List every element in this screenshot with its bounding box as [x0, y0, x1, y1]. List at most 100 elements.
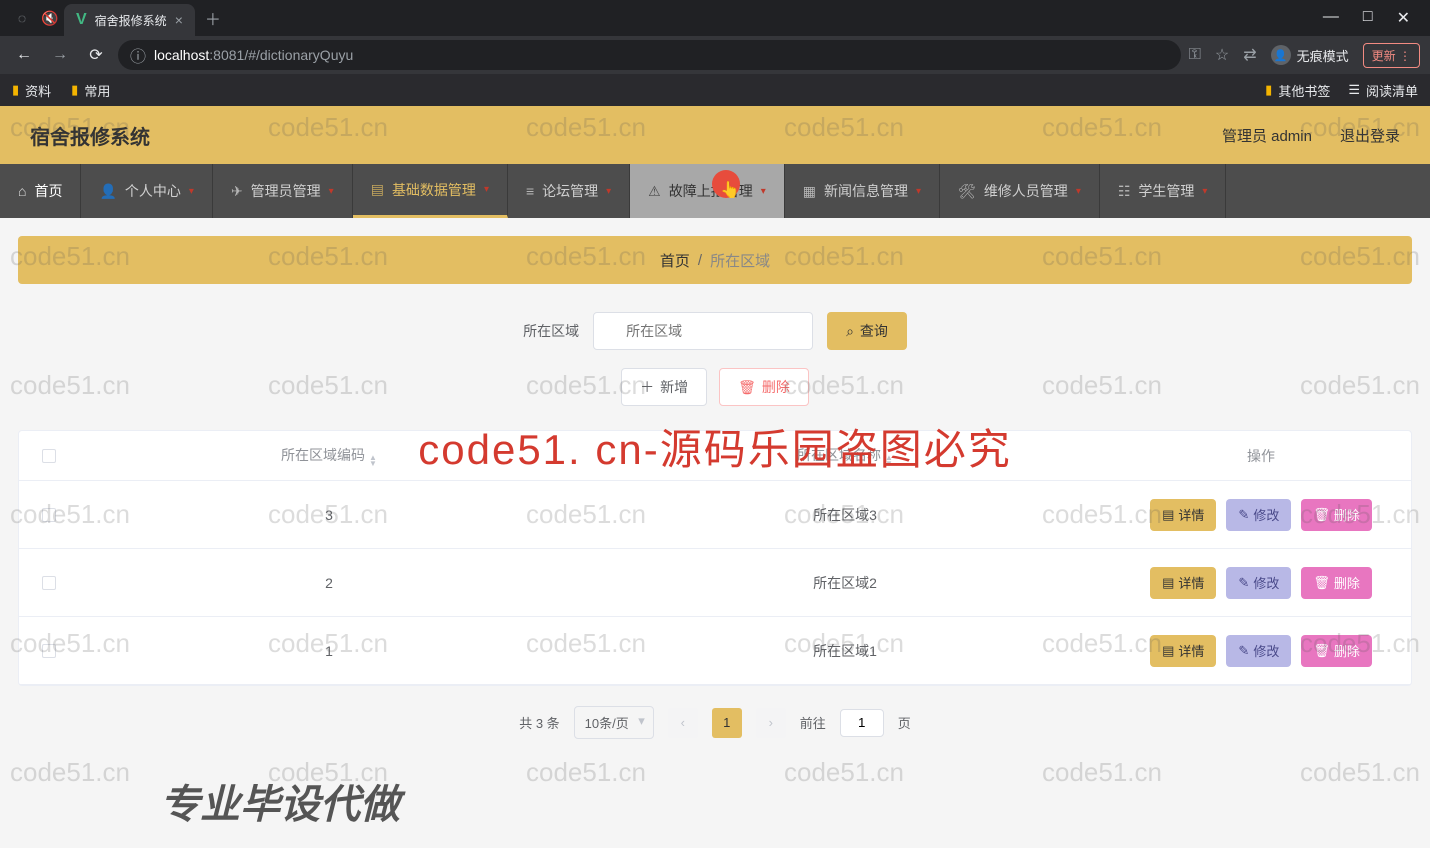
detail-button[interactable]: ▤详情	[1150, 567, 1216, 599]
nav-student[interactable]: ☷学生管理▾	[1100, 164, 1227, 218]
overlay-bottom-text: 专业毕设代做	[160, 772, 400, 830]
forum-icon: ≡	[526, 183, 534, 199]
browser-chrome: ◌ 🔇 V 宿舍报修系统 × ＋ ― □ ✕ ← → ⟳ ⓘ localhost…	[0, 0, 1430, 106]
cell-code: 1	[79, 643, 579, 659]
mute-icon[interactable]: 🔇	[36, 10, 64, 27]
tab-close-icon[interactable]: ×	[175, 12, 183, 28]
globe-icon[interactable]: ◌	[8, 10, 36, 26]
edit-icon: ✎	[1238, 575, 1249, 591]
nav-home[interactable]: ⌂首页	[0, 164, 81, 218]
translate-icon[interactable]: ⇄	[1243, 45, 1256, 65]
site-info-icon[interactable]: ⓘ	[130, 43, 146, 67]
page-size-select[interactable]: 10条/页	[574, 706, 654, 739]
other-bookmarks[interactable]: ▮其他书签	[1265, 81, 1330, 100]
back-button[interactable]: ←	[10, 46, 38, 64]
home-icon: ⌂	[18, 183, 26, 199]
nav-forum[interactable]: ≡论坛管理▾	[508, 164, 630, 218]
user-icon: 👤	[99, 183, 116, 200]
edit-button[interactable]: ✎修改	[1226, 567, 1291, 599]
delete-button[interactable]: 🗑删除	[719, 368, 809, 406]
row-checkbox[interactable]	[42, 576, 56, 590]
window-maximize-icon[interactable]: □	[1363, 8, 1373, 28]
row-checkbox[interactable]	[42, 644, 56, 658]
nav-admin[interactable]: ✈管理员管理▾	[213, 164, 353, 218]
logout-link[interactable]: 退出登录	[1340, 125, 1400, 146]
nav-basedata[interactable]: ▤基础数据管理▾	[353, 164, 508, 218]
nav-news[interactable]: ▦新闻信息管理▾	[785, 164, 940, 218]
edit-button[interactable]: ✎修改	[1226, 635, 1291, 667]
add-button[interactable]: ＋新增	[621, 368, 707, 406]
trash-icon: 🗑	[1313, 575, 1330, 591]
repair-icon: 🛠	[958, 183, 976, 200]
incognito-indicator: 👤 无痕模式	[1271, 45, 1349, 65]
trash-icon: 🗑	[1313, 507, 1330, 523]
detail-button[interactable]: ▤详情	[1150, 635, 1216, 667]
chevron-down-icon: ▾	[1076, 186, 1081, 197]
vue-favicon-icon: V	[76, 11, 87, 29]
nav-personal[interactable]: 👤个人中心▾	[81, 164, 212, 218]
window-minimize-icon[interactable]: ―	[1323, 8, 1339, 28]
cell-code: 2	[79, 575, 579, 591]
cell-name: 所在区域1	[579, 641, 1111, 661]
app-title: 宿舍报修系统	[30, 121, 150, 150]
url-text: localhost:8081/#/dictionaryQuyu	[154, 47, 353, 63]
goto-input[interactable]	[840, 709, 884, 737]
chevron-down-icon: ▾	[761, 186, 766, 197]
edit-icon: ✎	[1238, 643, 1249, 659]
row-delete-button[interactable]: 🗑删除	[1301, 635, 1372, 667]
app-header: 宿舍报修系统 管理员 admin 退出登录	[0, 106, 1430, 164]
breadcrumb-current: 所在区域	[710, 250, 770, 271]
query-button[interactable]: ⌕查询	[827, 312, 907, 350]
tab-strip: ◌ 🔇 V 宿舍报修系统 × ＋ ― □ ✕	[0, 0, 1430, 36]
forward-button[interactable]: →	[46, 46, 74, 64]
bookmark-folder-1[interactable]: ▮资料	[12, 81, 51, 100]
update-button[interactable]: 更新 ⋮	[1363, 43, 1420, 68]
key-icon[interactable]: ⚿	[1189, 46, 1201, 64]
page-number-1[interactable]: 1	[712, 708, 742, 738]
detail-button[interactable]: ▤详情	[1150, 499, 1216, 531]
edit-button[interactable]: ✎修改	[1226, 499, 1291, 531]
reading-list[interactable]: ☰阅读清单	[1348, 81, 1418, 100]
star-icon[interactable]: ☆	[1215, 45, 1229, 65]
url-input[interactable]: ⓘ localhost:8081/#/dictionaryQuyu	[118, 40, 1181, 70]
next-page-button[interactable]: ›	[756, 708, 786, 738]
user-label[interactable]: 管理员 admin	[1222, 125, 1312, 146]
sort-icon: ▲▼	[885, 455, 893, 467]
region-search-input[interactable]	[593, 312, 813, 350]
breadcrumb-sep: /	[698, 252, 702, 269]
breadcrumb: 首页 / 所在区域	[18, 236, 1412, 284]
row-delete-button[interactable]: 🗑删除	[1301, 567, 1372, 599]
incognito-icon: 👤	[1271, 45, 1291, 65]
student-icon: ☷	[1118, 183, 1131, 200]
doc-icon: ▤	[1162, 575, 1174, 591]
breadcrumb-home[interactable]: 首页	[660, 250, 690, 271]
browser-tab[interactable]: V 宿舍报修系统 ×	[64, 4, 195, 36]
cell-code: 3	[79, 507, 579, 523]
folder-icon: ▮	[71, 82, 78, 98]
table-row: 2 所在区域2 ▤详情 ✎修改 🗑删除	[19, 549, 1411, 617]
row-checkbox[interactable]	[42, 508, 56, 522]
nav-fault[interactable]: ⚠故障上报管理▾	[630, 164, 785, 218]
nav-repair[interactable]: 🛠维修人员管理▾	[940, 164, 1100, 218]
data-table: 所在区域编码▲▼ 所在区域名称▲▼ 操作 3 所在区域3 ▤详情 ✎修改 🗑删除…	[18, 430, 1412, 686]
folder-icon: ▮	[12, 82, 19, 98]
list-icon: ☰	[1348, 82, 1360, 98]
new-tab-button[interactable]: ＋	[205, 6, 221, 30]
window-close-icon[interactable]: ✕	[1397, 8, 1410, 28]
bookmark-folder-2[interactable]: ▮常用	[71, 81, 110, 100]
data-icon: ▤	[371, 181, 384, 198]
folder-icon: ▮	[1265, 82, 1272, 98]
edit-icon: ✎	[1238, 507, 1249, 523]
cell-name: 所在区域2	[579, 573, 1111, 593]
tab-title: 宿舍报修系统	[95, 12, 167, 29]
row-delete-button[interactable]: 🗑删除	[1301, 499, 1372, 531]
reload-button[interactable]: ⟳	[82, 45, 110, 65]
col-header-code[interactable]: 所在区域编码▲▼	[79, 445, 579, 467]
prev-page-button[interactable]: ‹	[668, 708, 698, 738]
bookmark-bar: ▮资料 ▮常用 ▮其他书签 ☰阅读清单	[0, 74, 1430, 106]
table-header: 所在区域编码▲▼ 所在区域名称▲▼ 操作	[19, 431, 1411, 481]
col-header-name[interactable]: 所在区域名称▲▼	[579, 445, 1111, 467]
search-icon: ⌕	[846, 323, 854, 340]
select-all-checkbox[interactable]	[42, 449, 56, 463]
total-label: 共 3 条	[519, 713, 559, 732]
